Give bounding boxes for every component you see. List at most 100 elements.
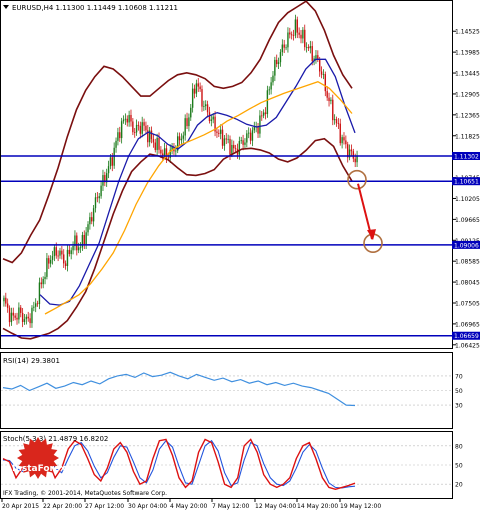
price-tick-label: 1.06965	[455, 321, 480, 328]
candle-body	[345, 140, 347, 145]
candle-body	[119, 132, 121, 139]
candle-body	[290, 34, 293, 36]
candle-body	[27, 316, 29, 319]
candle-body	[264, 112, 267, 115]
candle-body	[190, 107, 192, 118]
chart-canvas: 1.14525 1.13985 1.13445 1.12905 1.12365 1.118…	[0, 0, 480, 510]
candle-body	[249, 132, 252, 141]
time-tick-label: 7 May 12:00	[212, 503, 250, 510]
candle-body	[341, 137, 343, 144]
rsi-tick-label: 30	[455, 403, 463, 410]
price-tick-label: 1.13445	[455, 71, 480, 78]
candle-body	[324, 74, 327, 92]
candle-body	[145, 125, 147, 131]
candle-body	[111, 157, 114, 166]
candle-body	[270, 82, 272, 90]
candle-body	[162, 153, 164, 156]
candle-body	[234, 148, 237, 150]
candle-body	[12, 312, 14, 316]
candle-body	[216, 131, 218, 133]
candle-body	[229, 138, 231, 155]
price-tick-label: 1.14525	[455, 29, 480, 36]
candle-body	[109, 157, 112, 167]
candle-body	[150, 130, 153, 140]
candle-body	[10, 312, 13, 323]
candle-body	[49, 259, 52, 264]
candle-body	[276, 59, 278, 65]
candle-body	[77, 247, 80, 251]
copyright-text: IFX Trading, © 2001-2014, MetaQuotes Sof…	[3, 490, 167, 497]
candle-body	[339, 123, 341, 144]
candle-body	[205, 104, 207, 107]
candle-body	[283, 44, 285, 48]
candle-body	[128, 114, 130, 123]
candle-body	[298, 32, 300, 35]
stoch-tick-label: 20	[455, 482, 463, 489]
candle-body	[311, 46, 313, 62]
candle-body	[266, 90, 269, 115]
candle-body	[34, 303, 37, 307]
candle-body	[79, 247, 82, 249]
stoch-tick-label: 80	[455, 443, 463, 450]
candle-body	[57, 255, 59, 257]
candle-body	[343, 137, 345, 141]
candle-body	[53, 247, 56, 257]
candle-body	[262, 112, 265, 116]
candle-body	[107, 166, 110, 174]
candle-body	[268, 89, 270, 91]
candle-body	[335, 119, 338, 124]
candle-body	[21, 312, 24, 322]
candle-body	[36, 303, 39, 305]
candle-body	[31, 307, 33, 324]
candle-body	[63, 254, 65, 264]
candle-body	[292, 35, 295, 36]
candle-body	[5, 297, 7, 304]
candle-body	[163, 148, 166, 156]
candle-body	[219, 129, 222, 134]
candle-body	[354, 158, 356, 163]
candle-body	[61, 250, 63, 255]
candle-body	[91, 217, 93, 222]
candle-body	[328, 97, 330, 102]
price-tick-label: 1.11825	[455, 133, 480, 140]
price-tick-label: 1.08585	[455, 259, 480, 266]
candle-body	[66, 249, 69, 266]
time-tick-label: 22 Apr 20:00	[43, 503, 82, 510]
candle-body	[333, 119, 336, 121]
candle-body	[158, 137, 160, 150]
candle-body	[137, 124, 140, 126]
time-tick-label: 4 May 20:00	[170, 503, 208, 510]
candle-body	[132, 121, 134, 133]
candle-body	[244, 142, 246, 145]
candle-body	[178, 136, 181, 141]
price-tick-label: 1.10205	[455, 196, 480, 203]
chart-title: EURUSD,H4 1.11300 1.11449 1.10608 1.1121…	[12, 4, 178, 12]
candle-body	[206, 104, 209, 113]
candle-body	[139, 125, 142, 134]
price-tick-label: 1.06425	[455, 342, 480, 349]
candle-body	[160, 149, 162, 154]
candle-body	[247, 132, 250, 134]
candle-body	[274, 59, 276, 76]
candle-body	[8, 307, 11, 323]
candle-body	[85, 232, 87, 245]
candle-body	[326, 91, 328, 98]
chart-window: 1.14525 1.13985 1.13445 1.12905 1.12365 1.118…	[0, 0, 480, 510]
candle-body	[44, 276, 46, 279]
candle-body	[48, 258, 50, 264]
candle-body	[117, 132, 119, 141]
candle-body	[285, 47, 287, 49]
candle-body	[156, 137, 158, 150]
candle-body	[18, 307, 20, 320]
candle-body	[3, 297, 5, 302]
candle-body	[68, 249, 71, 255]
rsi-tick-label: 50	[455, 388, 463, 395]
level-price-label: 1.11302	[454, 154, 479, 161]
candle-body	[307, 47, 310, 49]
candle-body	[94, 197, 97, 209]
candle-body	[332, 99, 334, 121]
level-price-label: 1.10651	[454, 179, 479, 186]
candle-body	[253, 127, 256, 131]
candle-body	[296, 19, 298, 33]
candle-body	[72, 246, 74, 251]
